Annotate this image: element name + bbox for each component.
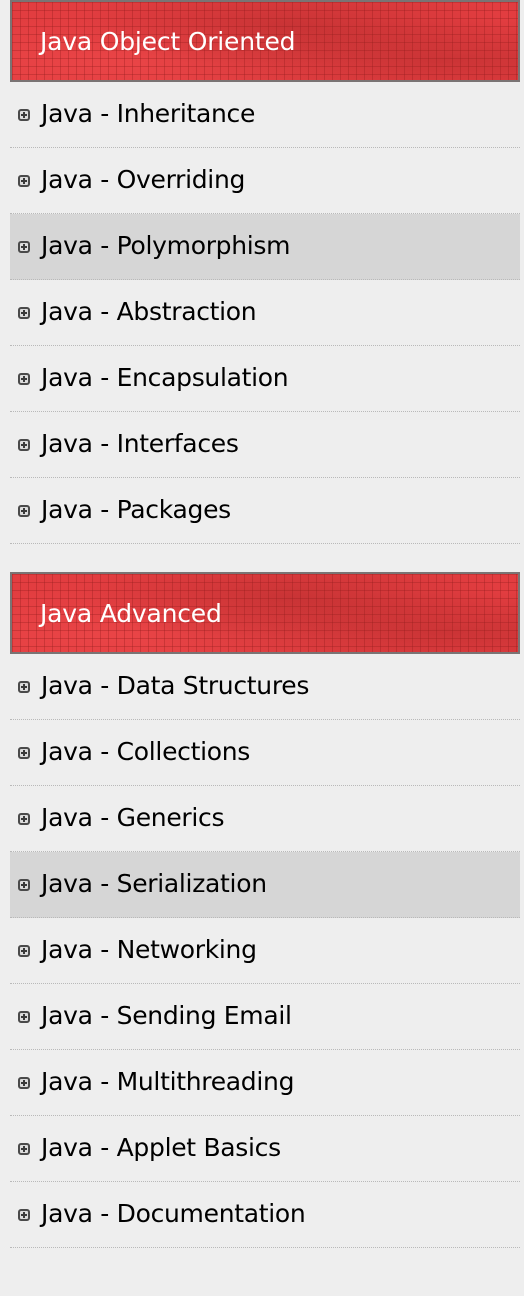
menu-item-polymorphism[interactable]: Java - Polymorphism [10, 214, 520, 280]
menu-item-label[interactable]: Java - Encapsulation [41, 346, 289, 411]
plus-square-icon [18, 681, 30, 693]
plus-square-icon [18, 1011, 30, 1023]
menu-item-label[interactable]: Java - Packages [41, 478, 231, 543]
section-java-object-oriented: Java Object Oriented Java - Inheritance … [10, 0, 520, 544]
menu-item-sending-email[interactable]: Java - Sending Email [10, 984, 520, 1050]
plus-square-icon [18, 109, 30, 121]
menu-item-label[interactable]: Java - Interfaces [41, 412, 239, 477]
menu-item-applet-basics[interactable]: Java - Applet Basics [10, 1116, 520, 1182]
menu-item-abstraction[interactable]: Java - Abstraction [10, 280, 520, 346]
menu-item-label[interactable]: Java - Serialization [41, 852, 267, 917]
plus-square-icon [18, 505, 30, 517]
plus-square-icon [18, 175, 30, 187]
menu-item-label[interactable]: Java - Data Structures [41, 654, 309, 719]
menu-item-label[interactable]: Java - Polymorphism [41, 214, 291, 279]
plus-square-icon [18, 813, 30, 825]
menu-item-label[interactable]: Java - Inheritance [41, 82, 255, 147]
plus-square-icon [18, 747, 30, 759]
plus-square-icon [18, 879, 30, 891]
menu-item-inheritance[interactable]: Java - Inheritance [10, 82, 520, 148]
menu-item-label[interactable]: Java - Applet Basics [41, 1116, 281, 1181]
menu-item-label[interactable]: Java - Documentation [41, 1182, 306, 1247]
section-java-advanced: Java Advanced Java - Data Structures Jav… [10, 572, 520, 1248]
menu-item-label[interactable]: Java - Collections [41, 720, 250, 785]
plus-square-icon [18, 1209, 30, 1221]
menu-item-serialization[interactable]: Java - Serialization [10, 852, 520, 918]
section-title: Java Object Oriented [40, 27, 296, 56]
menu-item-generics[interactable]: Java - Generics [10, 786, 520, 852]
menu-item-label[interactable]: Java - Networking [41, 918, 257, 983]
menu-item-label[interactable]: Java - Multithreading [41, 1050, 294, 1115]
plus-square-icon [18, 1077, 30, 1089]
plus-square-icon [18, 439, 30, 451]
menu-item-interfaces[interactable]: Java - Interfaces [10, 412, 520, 478]
plus-square-icon [18, 373, 30, 385]
menu-item-label[interactable]: Java - Generics [41, 786, 225, 851]
plus-square-icon [18, 945, 30, 957]
menu-item-data-structures[interactable]: Java - Data Structures [10, 654, 520, 720]
section-header: Java Object Oriented [10, 0, 520, 82]
menu-item-encapsulation[interactable]: Java - Encapsulation [10, 346, 520, 412]
plus-square-icon [18, 307, 30, 319]
menu-item-documentation[interactable]: Java - Documentation [10, 1182, 520, 1248]
menu-item-multithreading[interactable]: Java - Multithreading [10, 1050, 520, 1116]
menu-item-overriding[interactable]: Java - Overriding [10, 148, 520, 214]
plus-square-icon [18, 1143, 30, 1155]
section-title: Java Advanced [40, 599, 222, 628]
plus-square-icon [18, 241, 30, 253]
section-header: Java Advanced [10, 572, 520, 654]
menu-item-packages[interactable]: Java - Packages [10, 478, 520, 544]
menu-item-networking[interactable]: Java - Networking [10, 918, 520, 984]
menu-item-label[interactable]: Java - Overriding [41, 148, 245, 213]
menu-item-label[interactable]: Java - Sending Email [41, 984, 292, 1049]
menu-item-collections[interactable]: Java - Collections [10, 720, 520, 786]
sidebar-menu: Java Object Oriented Java - Inheritance … [10, 0, 520, 1248]
menu-item-label[interactable]: Java - Abstraction [41, 280, 257, 345]
